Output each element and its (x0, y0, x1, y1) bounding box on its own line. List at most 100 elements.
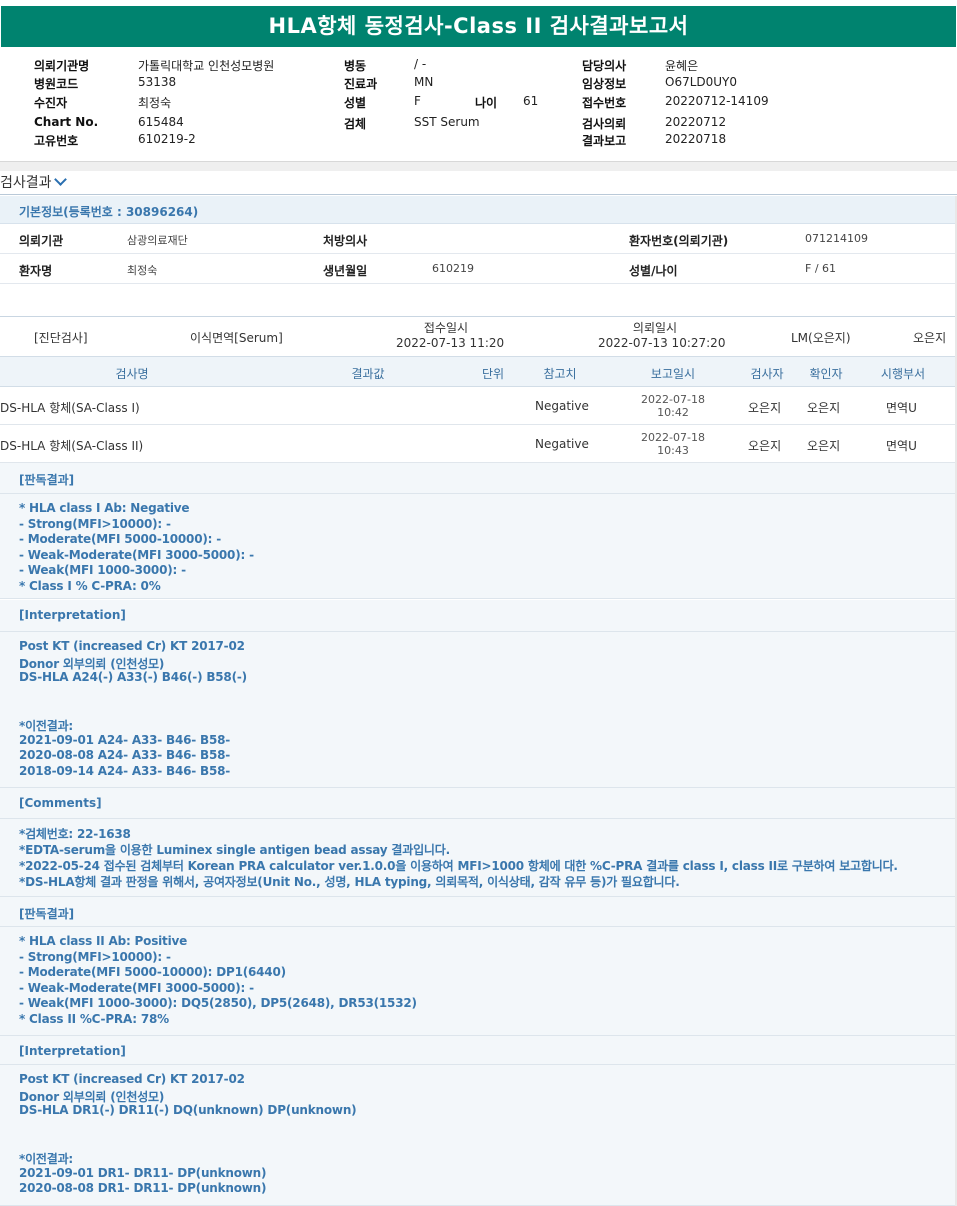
report-section-header: [Interpretation] (0, 1036, 957, 1065)
basic-info-title: 기본정보(등록번호 : 30896264) (19, 205, 199, 219)
report-section-body: * HLA class II Ab: Positive - Strong(MFI>… (0, 927, 957, 1036)
chevron-down-icon (53, 173, 67, 186)
received-label: 접수일시 (423, 321, 469, 335)
received-value: 2022-07-13 11:20 (396, 336, 505, 350)
report-time: 10:42 (657, 406, 689, 419)
order-type: [진단검사] (34, 331, 88, 345)
header-label: 담당의사 (582, 59, 627, 73)
tester: 오은지 (748, 401, 782, 415)
header-label: 병동 (344, 59, 367, 73)
report-section-header: [Interpretation] (0, 600, 957, 632)
requested-value: 2022-07-13 10:27:20 (598, 336, 726, 350)
report-line: - Moderate(MFI 5000-10000): - (19, 532, 221, 547)
checker: 오은지 (807, 439, 841, 453)
report-line: *2022-05-24 접수된 검체부터 Korean PRA calculat… (19, 859, 898, 873)
value: 삼광의료재단 (127, 234, 188, 247)
report-line: * HLA class II Ab: Positive (19, 934, 188, 948)
report-line: *EDTA-serum을 이용한 Luminex single antigen … (19, 843, 450, 857)
report-line: * Class I % C-PRA: 0% (19, 579, 161, 593)
report-date: 2022-07-18 (641, 431, 705, 444)
report-section-header: [Comments] (0, 788, 957, 819)
report-header: 의뢰기관명 가톨릭대학교 인천성모병원 병동 / - 담당의사 윤혜은병원코드 53138 진… (0, 48, 957, 162)
label: 생년월일 (323, 264, 368, 278)
col-header: 시행부서 (880, 367, 926, 381)
header-label: 임상정보 (582, 77, 627, 91)
report-time: 10:43 (657, 444, 689, 457)
report-section-title: [판독결과] (19, 473, 75, 487)
header-value: / - (414, 57, 427, 71)
report-line: 2018-09-14 A24- A33- B46- B58- (19, 763, 231, 778)
requested-datetime: 의뢰일시 2022-07-13 10:27:20 (598, 321, 726, 351)
header-value: 윤혜은 (665, 59, 699, 73)
header-value: 최정숙 (138, 96, 172, 110)
report-section-body: Post KT (increased Cr) KT 2017-02 Donor 외… (0, 1065, 957, 1206)
col-header: 보고일시 (650, 367, 696, 381)
report-line: * HLA class I Ab: Negative (19, 501, 190, 515)
divider (0, 162, 957, 171)
label: 환자명 (19, 264, 53, 278)
value: F / 61 (805, 262, 837, 275)
col-header: 확인자 (809, 367, 843, 381)
report-line: *이전결과: (19, 719, 74, 733)
report-section-header: [판독결과] (0, 463, 957, 494)
header-value: 53138 (138, 75, 177, 89)
spacer (0, 285, 957, 317)
order-tester: 오은지 (913, 331, 947, 345)
col-header: 결과값 (351, 367, 385, 381)
col-header: 단위 (481, 367, 505, 381)
report-line: *이전결과: (19, 1152, 74, 1166)
results-table-header: 검사명 결과값 단위 참고치 보고일시 검사자 확인자 시행부서 (0, 356, 957, 387)
report-section-body: Post KT (increased Cr) KT 2017-02 Donor 외… (0, 632, 957, 788)
header-label: 고유번호 (34, 134, 79, 148)
value: 610219 (432, 262, 474, 275)
col-header: 검사자 (750, 367, 784, 381)
report-line: Post KT (increased Cr) KT 2017-02 (19, 1072, 245, 1086)
test-name: DS-HLA 항체(SA-Class II) (0, 439, 144, 453)
basic-info-row: 환자명 최정숙 생년월일 610219 성별/나이 F / 61 (0, 254, 957, 284)
report-section-body: * HLA class I Ab: Negative - Strong(MFI>1… (0, 494, 957, 599)
report-line: - Strong(MFI>10000): - (19, 949, 171, 964)
label: 성별/나이 (629, 264, 678, 278)
order-name: 이식면역[Serum] (190, 331, 283, 345)
header-value: F (414, 94, 421, 108)
order-row[interactable]: [진단검사] 이식면역[Serum] 접수일시 2022-07-13 11:20… (0, 318, 957, 356)
report-line: - Moderate(MFI 5000-10000): DP1(6440) (19, 965, 286, 980)
header-label: 검체 (344, 117, 367, 131)
header-value: 20220712-14109 (665, 94, 769, 108)
col-header: 검사명 (115, 367, 149, 381)
header-label: 수진자 (34, 96, 68, 110)
report-line: Post KT (increased Cr) KT 2017-02 (19, 639, 245, 653)
report-line: - Strong(MFI>10000): - (19, 516, 171, 531)
report-line: Donor 외부의뢰 (인천성모) (19, 656, 165, 671)
label: 환자번호(의뢰기관) (629, 234, 729, 248)
report-line: DS-HLA A24(-) A33(-) B46(-) B58(-) (19, 670, 247, 685)
header-value: MN (414, 75, 434, 89)
report-line: *검체번호: 22-1638 (19, 827, 131, 841)
header-label: Chart No. (34, 115, 99, 129)
section-divider (0, 194, 957, 195)
header-label: 의뢰기관명 (34, 59, 90, 73)
col-header: 참고치 (543, 367, 577, 381)
test-name: DS-HLA 항체(SA-Class I) (0, 401, 140, 415)
header-value: 20220718 (665, 132, 727, 146)
table-row[interactable]: DS-HLA 항체(SA-Class I) Negative 2022-07-1… (0, 387, 957, 425)
report-line: * Class II %C-PRA: 78% (19, 1012, 169, 1026)
header-label: 진료과 (344, 77, 378, 91)
report-datetime: 2022-07-18 10:42 (636, 393, 710, 419)
age-label: 나이 (475, 96, 498, 110)
tester: 오은지 (748, 439, 782, 453)
department: 면역U (886, 401, 917, 415)
reference: Negative (535, 437, 589, 451)
report-section-header: [판독결과] (0, 897, 957, 927)
report-title: HLA항체 동정검사-Class II 검사결과보고서 (1, 6, 956, 47)
header-value: O67LD0UY0 (665, 75, 738, 89)
report-line: - Weak-Moderate(MFI 3000-5000): - (19, 547, 254, 562)
results-section-toggle[interactable]: 검사결과 (0, 172, 67, 192)
header-value: 가톨릭대학교 인천성모병원 (138, 59, 275, 73)
header-label: 병원코드 (34, 77, 79, 91)
table-row[interactable]: DS-HLA 항체(SA-Class II) Negative 2022-07-… (0, 425, 957, 463)
age-value: 61 (523, 94, 539, 108)
report-line: 2020-08-08 A24- A33- B46- B58- (19, 748, 231, 763)
header-label: 접수번호 (582, 96, 627, 110)
report-line: - Weak(MFI 1000-3000): DQ5(2850), DP5(26… (19, 996, 417, 1011)
